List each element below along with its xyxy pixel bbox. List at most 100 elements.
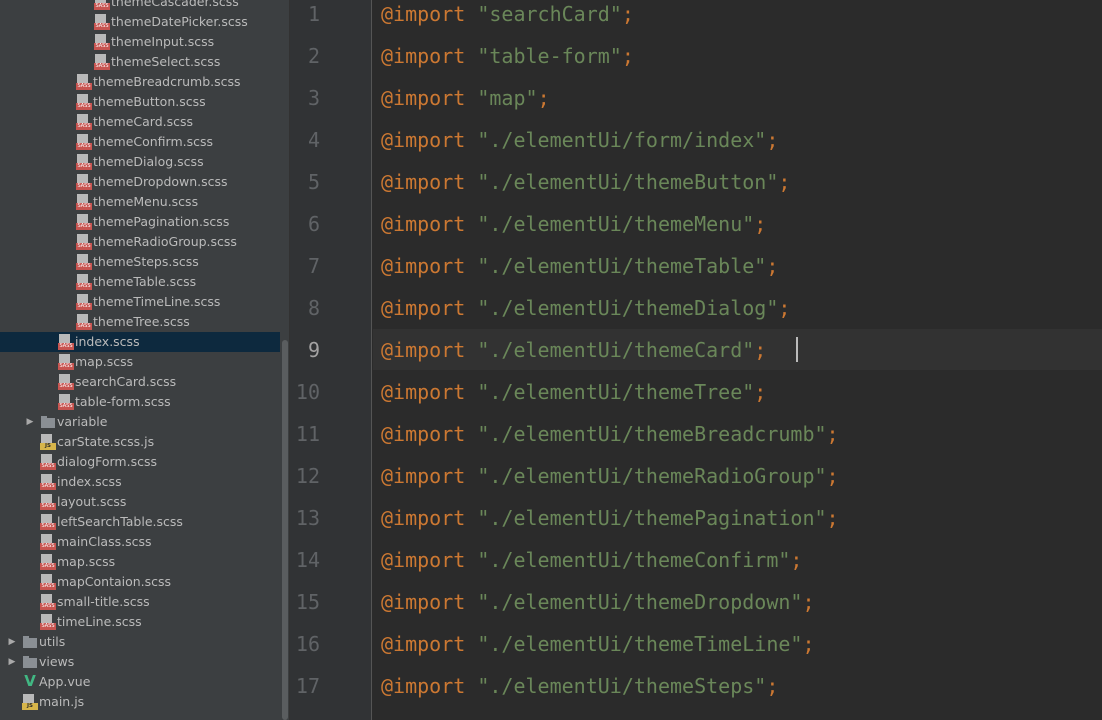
code-line[interactable]: @import "table-form"; <box>381 42 634 84</box>
code-line[interactable]: @import "map"; <box>381 84 550 126</box>
tree-file[interactable]: SASS themeDropdown.scss <box>0 172 280 192</box>
tree-file[interactable]: SASS themeCard.scss <box>0 112 280 132</box>
tree-file[interactable]: SASS themeInput.scss <box>0 32 280 52</box>
tree-file[interactable]: SASS mapContaion.scss <box>0 572 280 592</box>
tree-item-label: utils <box>39 634 66 649</box>
expand-arrow-icon[interactable]: ▶ <box>6 652 18 672</box>
code-line[interactable]: @import "searchCard"; <box>381 0 634 42</box>
tree-item-label: themeInput.scss <box>111 34 215 49</box>
code-line[interactable]: @import "./elementUi/themeRadioGroup"; <box>381 462 839 504</box>
code-line[interactable]: @import "./elementUi/form/index"; <box>381 126 778 168</box>
tree-file[interactable]: SASS timeLine.scss <box>0 612 280 632</box>
import-path-string: "searchCard" <box>477 2 622 26</box>
import-path-string: "./elementUi/themeRadioGroup" <box>477 464 827 488</box>
tree-file[interactable]: SASS layout.scss <box>0 492 280 512</box>
import-keyword: @import <box>381 170 466 194</box>
tree-file[interactable]: SASS themeDatePicker.scss <box>0 12 280 32</box>
folder-icon <box>22 654 38 670</box>
code-line[interactable]: @import "./elementUi/themeSteps"; <box>381 672 778 714</box>
statement-terminator: ; <box>766 674 779 698</box>
code-line[interactable]: @import "./elementUi/themeBreadcrumb"; <box>381 420 839 462</box>
tree-item-label: themePagination.scss <box>93 214 230 229</box>
tree-file[interactable]: SASS themePagination.scss <box>0 212 280 232</box>
sass-file-icon: SASS <box>40 534 56 550</box>
statement-terminator: ; <box>778 296 791 320</box>
tree-file[interactable]: SASS map.scss <box>0 352 280 372</box>
code-line[interactable]: @import "./elementUi/themeCard"; <box>381 336 766 378</box>
folder-icon <box>40 414 56 430</box>
tree-item-label: carState.scss.js <box>57 434 155 449</box>
tree-file[interactable]: SASS themeCascader.scss <box>0 0 280 12</box>
code-line[interactable]: @import "./elementUi/themePagination"; <box>381 504 839 546</box>
line-number-gutter[interactable]: 1 2 3 4 5 6 7 8 9 10 11 12 13 14 15 16 17 <box>290 0 372 720</box>
code-line[interactable]: @import "./elementUi/themeButton"; <box>381 168 790 210</box>
tree-file[interactable]: SASS themeRadioGroup.scss <box>0 232 280 252</box>
tree-item-label: themeSelect.scss <box>111 54 221 69</box>
code-line[interactable]: @import "./elementUi/themeDialog"; <box>381 294 790 336</box>
sass-file-icon: SASS <box>58 394 74 410</box>
code-line[interactable]: @import "./elementUi/themeDropdown"; <box>381 588 815 630</box>
tree-file[interactable]: SASS dialogForm.scss <box>0 452 280 472</box>
code-line[interactable]: @import "./elementUi/themeTimeLine"; <box>381 630 815 672</box>
sass-file-icon: SASS <box>76 234 92 250</box>
code-line[interactable]: @import "./elementUi/themeTable"; <box>381 252 778 294</box>
tree-folder[interactable]: ▶ utils <box>0 632 280 652</box>
tree-file[interactable]: SASS leftSearchTable.scss <box>0 512 280 532</box>
sass-file-icon: SASS <box>76 114 92 130</box>
tree-file[interactable]: SASS themeConfirm.scss <box>0 132 280 152</box>
code-line[interactable]: @import "./elementUi/themeTree"; <box>381 378 766 420</box>
tree-file[interactable]: SASS themeBreadcrumb.scss <box>0 72 280 92</box>
line-number: 15 <box>295 590 320 614</box>
tree-file[interactable]: SASS themeMenu.scss <box>0 192 280 212</box>
tree-folder[interactable]: ▶ views <box>0 652 280 672</box>
tree-item-label: themeBreadcrumb.scss <box>93 74 241 89</box>
tree-file[interactable]: SASS index.scss <box>0 472 280 492</box>
expand-arrow-icon[interactable]: ▶ <box>6 632 18 652</box>
project-tree-scrollbar[interactable] <box>280 0 290 720</box>
tree-file[interactable]: SASS table-form.scss <box>0 392 280 412</box>
code-line[interactable]: @import "./elementUi/themeMenu"; <box>381 210 766 252</box>
sass-file-icon: SASS <box>40 494 56 510</box>
line-number: 17 <box>295 674 320 698</box>
line-number: 13 <box>295 506 320 530</box>
tree-file[interactable]: SASS small-title.scss <box>0 592 280 612</box>
tree-file[interactable]: SASS themeTable.scss <box>0 272 280 292</box>
project-tree[interactable]: SASS themeCascader.scss SASS themeDatePicke… <box>0 0 280 720</box>
line-number: 1 <box>307 2 320 26</box>
import-keyword: @import <box>381 2 466 26</box>
tree-file[interactable]: SASS index.scss <box>0 332 280 352</box>
import-keyword: @import <box>381 548 466 572</box>
tree-file[interactable]: V App.vue <box>0 672 280 692</box>
statement-terminator: ; <box>754 338 767 362</box>
tree-folder[interactable]: ▶ variable <box>0 412 280 432</box>
import-keyword: @import <box>381 128 466 152</box>
tree-file[interactable]: SASS themeSteps.scss <box>0 252 280 272</box>
tree-file[interactable]: SASS map.scss <box>0 552 280 572</box>
tree-file[interactable]: SASS themeDialog.scss <box>0 152 280 172</box>
tree-item-label: index.scss <box>57 474 122 489</box>
project-tree-scrollbar-thumb[interactable] <box>282 340 288 720</box>
tree-file[interactable]: SASS mainClass.scss <box>0 532 280 552</box>
tree-file[interactable]: JS main.js <box>0 692 280 712</box>
tree-item-label: layout.scss <box>57 494 127 509</box>
code-line[interactable]: @import "./elementUi/themeConfirm"; <box>381 546 802 588</box>
expand-arrow-icon[interactable]: ▶ <box>24 412 36 432</box>
import-path-string: "./elementUi/themeSteps" <box>477 674 767 698</box>
import-keyword: @import <box>381 422 466 446</box>
tree-file[interactable]: SASS themeTimeLine.scss <box>0 292 280 312</box>
statement-terminator: ; <box>802 632 815 656</box>
sass-file-icon: SASS <box>40 614 56 630</box>
tree-file[interactable]: SASS searchCard.scss <box>0 372 280 392</box>
tree-item-label: leftSearchTable.scss <box>57 514 183 529</box>
sass-file-icon: SASS <box>58 334 74 350</box>
tree-item-label: themeTimeLine.scss <box>93 294 221 309</box>
tree-file[interactable]: SASS themeButton.scss <box>0 92 280 112</box>
sass-file-icon: SASS <box>40 574 56 590</box>
tree-file[interactable]: SASS themeTree.scss <box>0 312 280 332</box>
sass-file-icon: SASS <box>76 194 92 210</box>
code-editor[interactable]: 1 2 3 4 5 6 7 8 9 10 11 12 13 14 15 16 17 @import "searc… <box>290 0 1102 720</box>
tree-file[interactable]: JS carState.scss.js <box>0 432 280 452</box>
tree-file[interactable]: SASS themeSelect.scss <box>0 52 280 72</box>
tree-item-label: searchCard.scss <box>75 374 177 389</box>
tree-item-label: themeButton.scss <box>93 94 206 109</box>
